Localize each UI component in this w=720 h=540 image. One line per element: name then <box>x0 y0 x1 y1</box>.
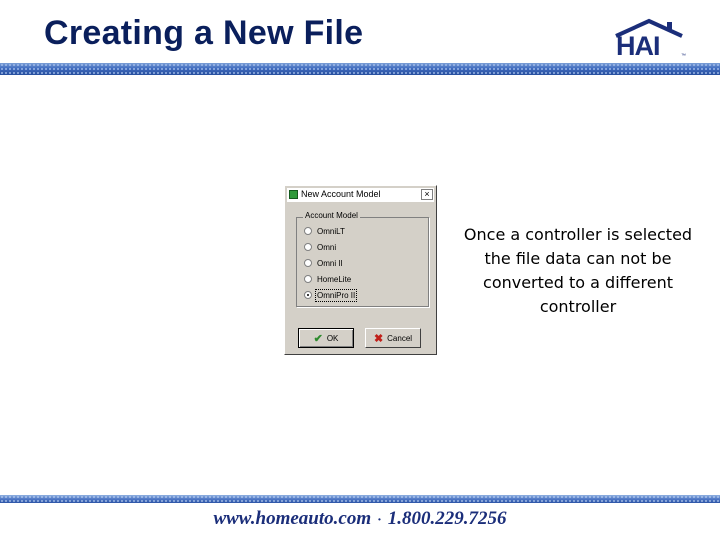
radio-option-omnipro-ii[interactable]: OmniPro II <box>304 288 358 302</box>
header-divider-bar <box>0 63 720 75</box>
footer-divider-bar <box>0 495 720 503</box>
radio-option-label: OmniPro II <box>314 288 358 302</box>
hai-logo: HAI ™ <box>612 18 686 61</box>
cancel-button[interactable]: ✖ Cancel <box>365 328 421 348</box>
radio-button[interactable] <box>304 227 312 235</box>
radio-button-selected[interactable] <box>304 291 312 299</box>
cross-icon: ✖ <box>373 332 384 345</box>
footer-separator: · <box>377 513 382 528</box>
radio-option-label: HomeLite <box>317 274 352 284</box>
slide-title: Creating a New File <box>44 14 364 52</box>
app-icon <box>289 190 298 199</box>
explanation-text: Once a controller is selected the file d… <box>463 225 693 316</box>
dialog-titlebar[interactable]: New Account Model × <box>287 188 434 202</box>
new-account-model-dialog: New Account Model × Account Model OmniLT… <box>284 185 437 355</box>
logo-text: HAI <box>616 31 660 61</box>
ok-button-label: OK <box>326 333 339 343</box>
radio-button[interactable] <box>304 243 312 251</box>
radio-button[interactable] <box>304 275 312 283</box>
check-icon: ✔ <box>313 332 323 345</box>
radio-option-omni-ii[interactable]: Omni II <box>304 257 343 269</box>
radio-option-omnilt[interactable]: OmniLT <box>304 225 345 237</box>
dialog-title: New Account Model <box>301 189 381 199</box>
radio-option-label: OmniLT <box>317 226 345 236</box>
cancel-button-label: Cancel <box>387 333 413 343</box>
radio-option-label: Omni II <box>317 258 343 268</box>
footer-contact: www.homeauto.com · 1.800.229.7256 <box>0 508 720 530</box>
radio-option-omni[interactable]: Omni <box>304 241 336 253</box>
radio-option-label: Omni <box>317 242 337 252</box>
logo-trademark: ™ <box>681 53 686 59</box>
ok-button[interactable]: ✔ OK <box>298 328 354 348</box>
radio-option-homelite[interactable]: HomeLite <box>304 273 351 285</box>
group-label: Account Model <box>303 211 360 220</box>
close-button[interactable]: × <box>421 189 433 200</box>
radio-button[interactable] <box>304 259 312 267</box>
footer-phone: 1.800.229.7256 <box>387 508 507 529</box>
footer-website: www.homeauto.com <box>213 508 372 529</box>
account-model-group: Account Model OmniLT Omni Omni II HomeLi… <box>296 211 429 307</box>
